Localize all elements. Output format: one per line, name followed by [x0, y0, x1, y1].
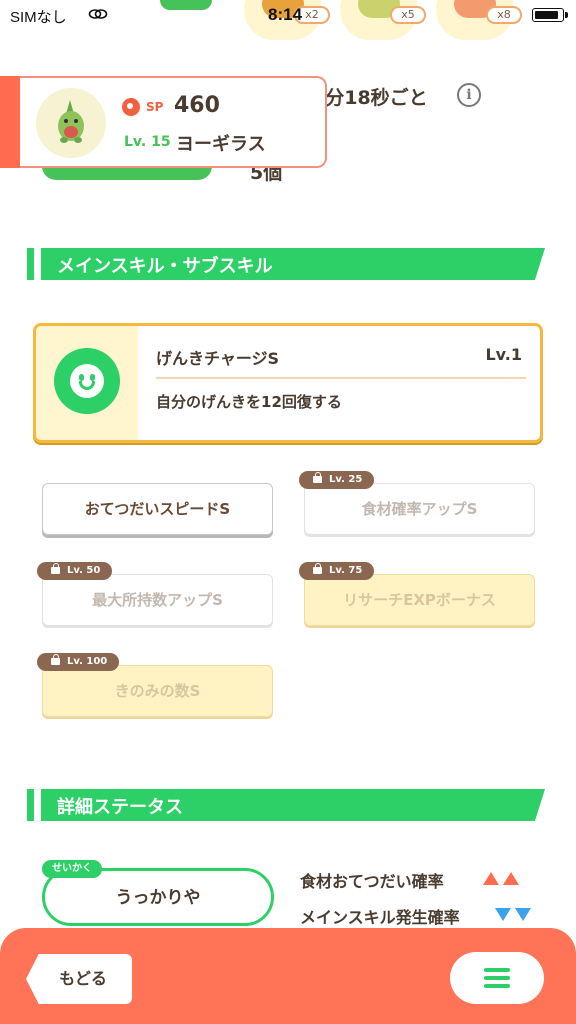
sp-icon: [122, 98, 140, 116]
pokemon-name: ヨーギラス: [176, 134, 266, 155]
skill-divider: [156, 377, 526, 379]
section-title: 詳細ステータス: [57, 797, 183, 818]
smile-eye: [90, 374, 95, 381]
unlock-level: Lv. 100: [67, 656, 108, 667]
sp-label: SP: [146, 100, 164, 114]
skills-section-header: メインスキル・サブスキル: [27, 248, 545, 280]
sub-skill-label: リサーチEXPボーナス: [343, 591, 496, 609]
smile-face: [70, 364, 104, 398]
unlock-level-badge: Lv. 25: [299, 471, 375, 489]
nature-effect-up: 食材おてつだい確率: [300, 872, 444, 891]
unlock-level-badge: Lv. 100: [37, 653, 120, 671]
smile-mouth: [79, 381, 95, 390]
down-arrow-icon: [515, 908, 531, 921]
link-icon: [88, 9, 108, 19]
skill-icon-area: [36, 326, 138, 440]
header-bar: [27, 248, 34, 280]
lock-icon: [51, 563, 60, 574]
sub-skill-4[interactable]: リサーチEXPボーナス: [304, 574, 535, 626]
unlock-level: Lv. 50: [67, 565, 101, 576]
pokemon-avatar: [36, 88, 106, 158]
larvitar-icon: [58, 100, 84, 143]
nature-effect-down: メインスキル発生確率: [300, 908, 460, 927]
up-arrow-icon: [503, 872, 519, 885]
smile-eye: [79, 374, 84, 381]
lock-icon: [51, 654, 60, 665]
card-stripe: [0, 76, 20, 168]
info-icon[interactable]: i: [457, 83, 481, 107]
section-title: メインスキル・サブスキル: [57, 256, 273, 277]
help-interval: 2分18秒ごと: [312, 87, 428, 109]
header-bar: [27, 789, 34, 821]
main-skill-description: 自分のげんきを12回復する: [156, 393, 342, 411]
up-arrow-icon: [483, 872, 499, 885]
lock-icon: [313, 472, 322, 483]
sub-skill-1[interactable]: おてつだいスピードS: [42, 483, 273, 535]
lock-icon: [313, 563, 322, 574]
menu-button[interactable]: [450, 952, 544, 1004]
status-bar: SIMなし 8:14: [0, 0, 576, 32]
pokemon-level: Lv. 15: [124, 134, 171, 150]
sub-skill-label: 食材確率アップS: [361, 500, 478, 518]
nature-tag: せいかく: [42, 860, 102, 878]
menu-icon: [484, 968, 510, 972]
carrier-label: SIMなし: [10, 9, 67, 26]
sub-skill-label: 最大所持数アップS: [92, 591, 223, 609]
status-time: 8:14: [268, 5, 303, 24]
back-label: もどる: [59, 969, 107, 988]
sub-skill-5[interactable]: きのみの数S: [42, 665, 273, 717]
main-skill-level: Lv.1: [485, 345, 522, 364]
battery-fill: [535, 11, 559, 19]
main-skill-name: げんきチャージS: [156, 349, 280, 368]
unlock-level-badge: Lv. 75: [299, 562, 375, 580]
menu-icon: [484, 984, 510, 988]
battery-icon: [532, 8, 568, 22]
menu-icon: [484, 976, 510, 980]
unlock-level: Lv. 75: [329, 565, 363, 576]
back-button[interactable]: もどる: [26, 954, 132, 1004]
main-skill-card[interactable]: げんきチャージS Lv.1 自分のげんきを12回復する: [33, 323, 543, 443]
sp-value: 460: [174, 93, 220, 118]
unlock-level: Lv. 25: [329, 474, 363, 485]
sub-skill-label: きのみの数S: [114, 682, 201, 700]
pokemon-card[interactable]: SP 460 Lv. 15 ヨーギラス: [0, 76, 327, 168]
down-arrow-icon: [495, 908, 511, 921]
sub-skill-3[interactable]: 最大所持数アップS: [42, 574, 273, 626]
energy-smile-icon: [54, 348, 120, 414]
bottom-bar: もどる: [0, 928, 576, 1024]
stats-section-header: 詳細ステータス: [27, 789, 545, 821]
sub-skill-2[interactable]: 食材確率アップS: [304, 483, 535, 535]
nature-value: うっかりや: [115, 888, 201, 908]
sub-skill-label: おてつだいスピードS: [84, 500, 231, 518]
unlock-level-badge: Lv. 50: [37, 562, 113, 580]
